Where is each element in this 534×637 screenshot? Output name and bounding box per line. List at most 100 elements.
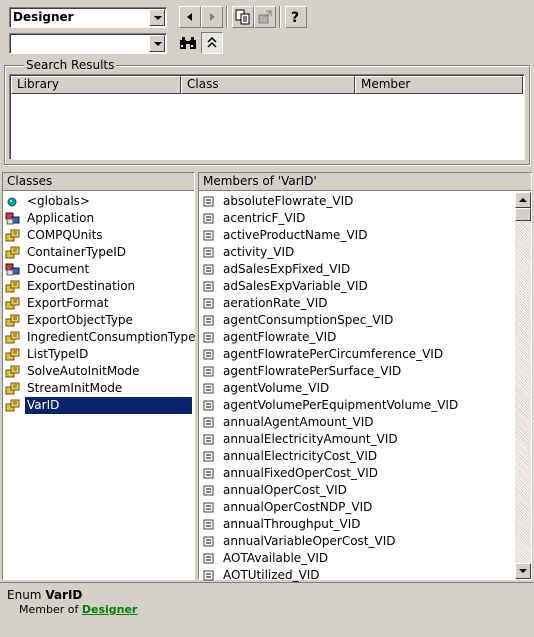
class-item-label: ExportObjectType	[27, 313, 133, 327]
class-item-label: IngredientConsumptionType	[27, 330, 196, 344]
details-library-link[interactable]: Designer	[82, 603, 138, 616]
toolbar-separator	[226, 6, 228, 28]
class-item[interactable]: <globals>	[5, 193, 192, 210]
enum-member-icon	[201, 517, 217, 532]
enum-member-icon	[201, 466, 217, 481]
member-item[interactable]: annualAgentAmount_VID	[201, 414, 513, 431]
enum-member-icon	[201, 245, 217, 260]
class-item[interactable]: ContainerTypeID	[5, 244, 192, 261]
enum-member-icon	[201, 211, 217, 226]
enum-icon	[5, 228, 21, 243]
enum-member-icon	[201, 381, 217, 396]
enum-member-icon	[201, 500, 217, 515]
toggle-search-results-button[interactable]	[201, 32, 223, 54]
member-item[interactable]: AOTAvailable_VID	[201, 550, 513, 567]
details-kind: Enum	[7, 588, 42, 602]
search-results-list[interactable]: Library Class Member	[9, 74, 525, 160]
member-item[interactable]: agentFlowratePerSurface_VID	[201, 363, 513, 380]
class-item-label: <globals>	[27, 194, 90, 208]
member-item[interactable]: annualOperCostNDP_VID	[201, 499, 513, 516]
library-combo[interactable]: Designer	[9, 7, 167, 28]
library-combo-value: Designer	[13, 10, 74, 24]
search-combo[interactable]	[9, 33, 167, 54]
copy-button[interactable]	[232, 6, 254, 28]
enum-member-icon	[201, 568, 217, 583]
member-item[interactable]: annualThroughput_VID	[201, 516, 513, 533]
details-name: VarID	[45, 588, 83, 602]
class-item[interactable]: ExportObjectType	[5, 312, 192, 329]
search-dropdown-button[interactable]	[149, 35, 165, 52]
enum-icon	[5, 364, 21, 379]
scroll-down-button[interactable]	[515, 563, 531, 579]
class-item[interactable]: Application	[5, 210, 192, 227]
class-item[interactable]: IngredientConsumptionType	[5, 329, 196, 346]
enum-icon	[5, 347, 21, 362]
class-item[interactable]: Document	[5, 261, 192, 278]
enum-member-icon	[201, 228, 217, 243]
member-item-label: AOTAvailable_VID	[223, 551, 329, 565]
classes-pane[interactable]: Classes <globals> Application COMPQUnits Co…	[2, 172, 196, 580]
scroll-up-button[interactable]	[515, 192, 531, 208]
view-definition-icon	[258, 10, 272, 24]
enum-member-icon	[201, 330, 217, 345]
member-item[interactable]: agentVolumePerEquipmentVolume_VID	[201, 397, 513, 414]
member-item[interactable]: agentConsumptionSpec_VID	[201, 312, 513, 329]
member-item[interactable]: annualElectricityCost_VID	[201, 448, 513, 465]
enum-member-icon	[201, 313, 217, 328]
enum-icon	[5, 330, 21, 345]
member-item-label: annualElectricityAmount_VID	[223, 432, 398, 446]
class-icon	[5, 211, 21, 226]
enum-member-icon	[201, 483, 217, 498]
class-item-label: ContainerTypeID	[27, 245, 126, 259]
member-item[interactable]: adSalesExpVariable_VID	[201, 278, 513, 295]
member-item[interactable]: annualElectricityAmount_VID	[201, 431, 513, 448]
column-header-class[interactable]: Class	[181, 76, 355, 94]
class-item[interactable]: SolveAutoInitMode	[5, 363, 192, 380]
class-item[interactable]: ExportFormat	[5, 295, 192, 312]
member-item[interactable]: annualVariableOperCost_VID	[201, 533, 513, 550]
member-item[interactable]: annualOperCost_VID	[201, 482, 513, 499]
back-button[interactable]	[179, 6, 201, 28]
column-header-library[interactable]: Library	[11, 76, 181, 94]
enum-member-icon	[201, 534, 217, 549]
members-pane[interactable]: Members of 'VarID' absoluteFlowrate_VID a…	[198, 172, 532, 583]
class-item-label: StreamInitMode	[27, 381, 123, 395]
member-item[interactable]: agentVolume_VID	[201, 380, 513, 397]
forward-button[interactable]	[201, 6, 223, 28]
class-item[interactable]: ListTypeID	[5, 346, 192, 363]
member-item[interactable]: annualFixedOperCost_VID	[201, 465, 513, 482]
class-item-label: COMPQUnits	[27, 228, 103, 242]
member-item[interactable]: absoluteFlowrate_VID	[201, 193, 513, 210]
search-button[interactable]	[177, 32, 199, 54]
class-item-label: VarID	[25, 397, 192, 414]
scroll-thumb[interactable]	[515, 208, 531, 221]
globals-icon	[5, 194, 21, 209]
class-item[interactable]: COMPQUnits	[5, 227, 192, 244]
enum-member-icon	[201, 551, 217, 566]
enum-member-icon	[201, 364, 217, 379]
column-header-member[interactable]: Member	[355, 76, 523, 94]
member-item-label: agentFlowrate_VID	[223, 330, 337, 344]
member-item[interactable]: activeProductName_VID	[201, 227, 513, 244]
member-item[interactable]: acentricF_VID	[201, 210, 513, 227]
member-item[interactable]: agentFlowrate_VID	[201, 329, 513, 346]
class-item[interactable]: VarID	[5, 397, 192, 414]
member-item[interactable]: agentFlowratePerCircumference_VID	[201, 346, 513, 363]
forward-arrow-icon	[210, 13, 215, 21]
member-item[interactable]: adSalesExpFixed_VID	[201, 261, 513, 278]
member-item-label: annualElectricityCost_VID	[223, 449, 378, 463]
enum-member-icon	[201, 279, 217, 294]
class-item-label: Application	[27, 211, 95, 225]
enum-member-icon	[201, 262, 217, 277]
member-item[interactable]: aerationRate_VID	[201, 295, 513, 312]
class-item[interactable]: ExportDestination	[5, 278, 192, 295]
svg-text:?: ?	[291, 10, 299, 25]
member-item[interactable]: activity_VID	[201, 244, 513, 261]
member-item-label: annualOperCost_VID	[223, 483, 347, 497]
help-button[interactable]: ?	[285, 6, 307, 28]
library-dropdown-button[interactable]	[149, 9, 165, 26]
view-definition-button[interactable]	[254, 6, 276, 28]
members-scrollbar[interactable]	[515, 192, 531, 579]
class-item[interactable]: StreamInitMode	[5, 380, 192, 397]
enum-member-icon	[201, 296, 217, 311]
